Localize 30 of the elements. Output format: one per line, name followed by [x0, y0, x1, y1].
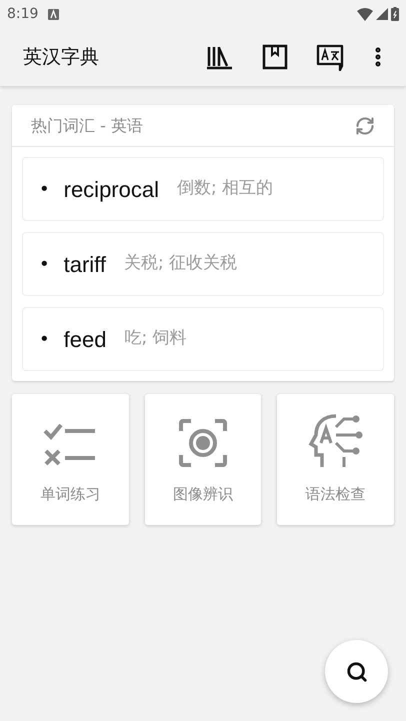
- notification-icon: [48, 8, 60, 20]
- word-meaning: 倒数; 相互的: [177, 177, 274, 200]
- tool-label: 单词练习: [40, 484, 100, 504]
- search-button[interactable]: [325, 640, 388, 703]
- bullet: •: [39, 252, 50, 276]
- battery-icon: [391, 7, 399, 21]
- tool-label: 语法检查: [306, 484, 366, 504]
- word-item[interactable]: • tariff 关税; 征收关税: [22, 232, 384, 296]
- bullet: •: [39, 328, 50, 352]
- word-item[interactable]: • feed 吃; 饲料: [22, 307, 384, 371]
- translate-icon[interactable]: [316, 44, 344, 70]
- status-time: 8:19: [7, 4, 38, 24]
- refresh-icon[interactable]: [355, 116, 375, 136]
- word: reciprocal: [64, 176, 159, 204]
- word: tariff: [64, 250, 106, 278]
- app-title: 英汉字典: [23, 44, 100, 70]
- card-title: 热门词汇 - 英语: [31, 114, 143, 136]
- word: feed: [64, 326, 106, 354]
- library-icon[interactable]: [206, 44, 234, 70]
- word-meaning: 吃; 饲料: [124, 327, 187, 350]
- bullet: •: [39, 178, 50, 202]
- head-circuit-icon: [308, 412, 364, 468]
- signal-icon: [376, 8, 388, 20]
- tool-label: 图像辨识: [173, 484, 233, 504]
- search-icon: [346, 660, 368, 682]
- word-item[interactable]: • reciprocal 倒数; 相互的: [22, 157, 384, 221]
- bookmark-icon[interactable]: [262, 44, 288, 70]
- word-meaning: 关税; 征收关税: [124, 252, 238, 276]
- camera-focus-icon: [177, 416, 229, 468]
- wifi-icon: [357, 8, 373, 20]
